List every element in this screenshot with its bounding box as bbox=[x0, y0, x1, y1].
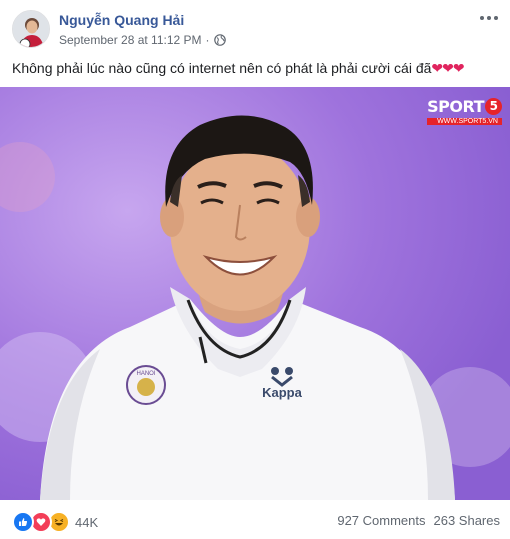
avatar[interactable] bbox=[12, 10, 50, 48]
post-timestamp[interactable]: September 28 at 11:12 PM bbox=[59, 33, 202, 47]
sport5-watermark: SPORT 5 WWW.SPORT5.VN bbox=[427, 97, 502, 125]
watermark-url: WWW.SPORT5.VN bbox=[427, 118, 502, 125]
watermark-main: SPORT bbox=[427, 97, 484, 116]
watermark-number: 5 bbox=[485, 98, 502, 115]
heart-emoji: ❤❤❤ bbox=[431, 60, 464, 76]
author-name[interactable]: Nguyễn Quang Hải bbox=[59, 12, 184, 28]
post-header: Nguyễn Quang Hải September 28 at 11:12 P… bbox=[0, 0, 510, 54]
post-meta: September 28 at 11:12 PM · bbox=[59, 33, 226, 47]
more-options-icon[interactable] bbox=[480, 10, 498, 26]
reactions-summary[interactable]: 44K bbox=[12, 511, 98, 533]
reaction-count: 44K bbox=[75, 514, 99, 530]
meta-separator: · bbox=[205, 33, 210, 47]
photo-illustration: HANOI Kappa bbox=[0, 87, 510, 500]
post-footer: 44K 927 Comments 263 Shares bbox=[0, 500, 510, 539]
post-photo[interactable]: HANOI Kappa SPORT 5 WWW.SPORT5.VN bbox=[0, 87, 510, 500]
like-icon bbox=[12, 511, 34, 533]
shares-count[interactable]: 263 Shares bbox=[434, 513, 501, 528]
club-badge-text: HANOI bbox=[136, 371, 155, 377]
caption-text: Không phải lúc nào cũng có internet nên … bbox=[12, 60, 432, 76]
post-caption: Không phải lúc nào cũng có internet nên … bbox=[12, 59, 465, 77]
globe-icon[interactable] bbox=[213, 34, 226, 46]
comments-count[interactable]: 927 Comments bbox=[337, 513, 425, 528]
post-stats: 927 Comments 263 Shares bbox=[337, 513, 500, 528]
kappa-logo-text: Kappa bbox=[262, 385, 303, 400]
